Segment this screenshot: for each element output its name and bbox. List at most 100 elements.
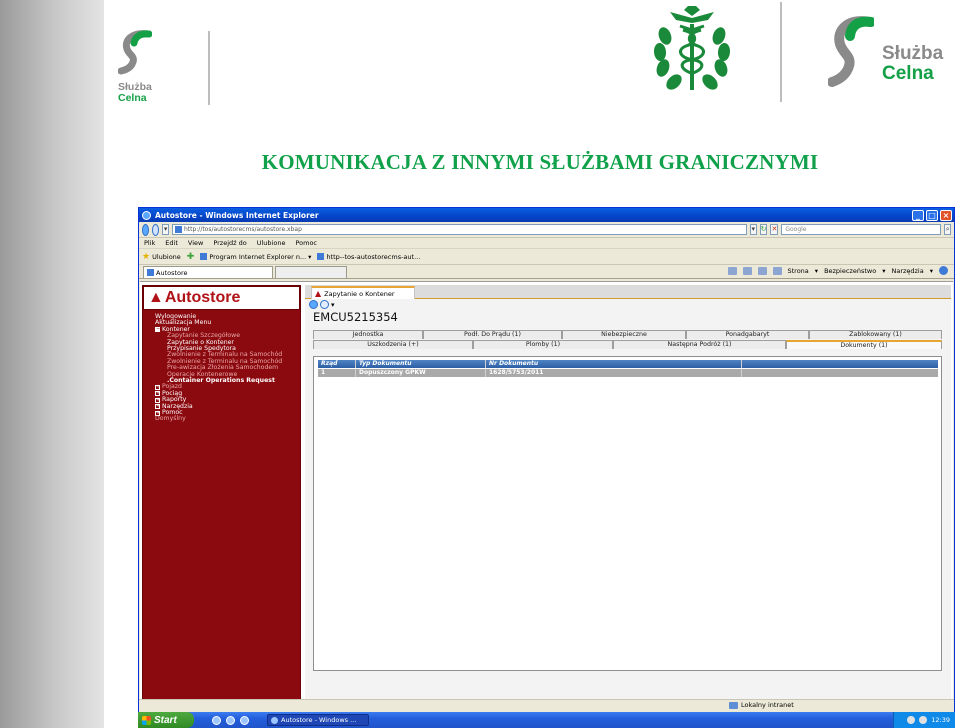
refresh-button[interactable]: ↻	[759, 224, 768, 235]
expand-icon[interactable]: +	[155, 397, 160, 403]
windows-flag-icon	[142, 715, 151, 725]
favorite-link-2-label: http--tos-autostorecms-aut...	[326, 252, 421, 261]
tab-zapytanie-o-kontener[interactable]: ▲ Zapytanie o Kontener	[311, 286, 415, 299]
forward-button[interactable]	[152, 223, 160, 236]
back-button[interactable]	[309, 300, 318, 309]
menu-tree-item[interactable]: Domyślny	[155, 416, 300, 422]
tab-nastepna-podroz[interactable]: Następna Podróż (1)	[613, 340, 786, 349]
left-logo-divider	[208, 31, 210, 105]
right-logo-divider	[780, 2, 782, 102]
taskbar-item-autostore[interactable]: Autostore - Windows ...	[267, 714, 369, 726]
search-input[interactable]: Google	[781, 224, 942, 235]
ie-status-bar: Lokalny intranet	[139, 699, 954, 710]
close-window-button[interactable]: ×	[940, 209, 952, 221]
tool-strona[interactable]: Strona	[788, 267, 809, 275]
menu-pomoc[interactable]: Pomoc	[295, 239, 317, 247]
container-query-panel: ▲ Zapytanie o Kontener ▾ EMCU5215354 Jed…	[305, 285, 951, 700]
tab-ponadgabaryt[interactable]: Ponadgabaryt	[686, 330, 809, 339]
column-header-nr[interactable]: Nr Dokumentu	[486, 360, 742, 368]
menu-ulubione[interactable]: Ulubione	[257, 239, 286, 247]
menu-plik[interactable]: Plik	[144, 239, 155, 247]
favorite-link-1-label: Program Internet Explorer n...	[209, 252, 307, 261]
mail-icon[interactable]	[757, 266, 767, 275]
column-header-rzad[interactable]: Rząd	[318, 360, 356, 368]
address-dropdown-button[interactable]: ▾	[749, 224, 757, 235]
slide-title: KOMUNIKACJA Z INNYMI SŁUŻBAMI GRANICZNYM…	[261, 150, 819, 174]
ie-window: Autostore - Windows Internet Explorer _ …	[138, 207, 955, 728]
expand-icon[interactable]: +	[155, 404, 160, 410]
menu-view[interactable]: View	[188, 239, 203, 247]
ie-tab-autostore[interactable]: Autostore	[143, 266, 273, 278]
start-label: Start	[154, 714, 177, 726]
expand-icon[interactable]: +	[155, 391, 160, 397]
favorites-button[interactable]: ★ Ulubione	[142, 252, 181, 262]
minimize-button[interactable]: _	[912, 209, 924, 221]
quicklaunch-ie-icon[interactable]	[212, 715, 221, 725]
panel-nav: ▾	[305, 299, 951, 310]
clock: 12:39	[931, 716, 950, 724]
tab-podl-do-pradu[interactable]: Podł. Do Prądu (1)	[423, 330, 562, 339]
start-button[interactable]: Start	[138, 712, 194, 728]
sc-logo-mark-icon	[117, 30, 153, 75]
tab-plomby[interactable]: Plomby (1)	[473, 340, 613, 349]
search-button[interactable]: ⌕	[944, 224, 951, 235]
chevron-down-icon: ▾	[882, 266, 886, 275]
sc-logo-mark-right-icon	[828, 16, 874, 87]
tool-narzedzia[interactable]: Narzędzia	[891, 267, 923, 275]
favorite-link-1[interactable]: Program Internet Explorer n... ▾	[200, 253, 311, 261]
taskbar-item-label: Autostore - Windows ...	[281, 716, 357, 724]
tool-bezpieczenstwo[interactable]: Bezpieczeństwo	[824, 267, 876, 275]
chevron-down-icon: ▾	[814, 266, 819, 275]
maximize-button[interactable]: □	[926, 209, 938, 221]
page-icon	[174, 226, 182, 233]
autostore-logo-text: Autostore	[164, 289, 241, 306]
print-icon[interactable]	[772, 266, 782, 275]
chevron-down-icon: ▾	[308, 252, 312, 261]
expand-icon[interactable]: +	[155, 384, 160, 390]
chevron-down-icon[interactable]: ▾	[331, 301, 335, 309]
back-button[interactable]	[142, 223, 150, 236]
ie-logo-icon	[271, 716, 278, 724]
menu-edit[interactable]: Edit	[165, 239, 178, 247]
menu-tree-item-label: .Container Operations Request	[167, 377, 275, 384]
chevron-down-icon: ▾	[929, 266, 933, 275]
tab-niebezpieczne[interactable]: Niebezpieczne	[562, 330, 686, 339]
tab-label: Zapytanie o Kontener	[324, 289, 395, 298]
column-header-typ[interactable]: Typ Dokumentu	[356, 360, 486, 368]
ie-address-bar: ▾ http://tos/autostorecms/autostore.xbap…	[139, 222, 954, 238]
right-brand-logo: Służba Celna	[828, 16, 943, 88]
address-input[interactable]: http://tos/autostorecms/autostore.xbap	[171, 224, 747, 235]
help-icon[interactable]	[939, 266, 948, 275]
forward-button[interactable]	[320, 300, 329, 309]
favorites-label: Ulubione	[152, 252, 181, 261]
quicklaunch-browser-icon[interactable]	[226, 715, 235, 725]
ie-window-title: Autostore - Windows Internet Explorer	[155, 210, 319, 220]
tab-dokumenty[interactable]: Dokumenty (1)	[786, 340, 942, 349]
menu-przejdz-do[interactable]: Przejdź do	[213, 239, 246, 247]
autostore-logo: ▲ Autostore	[143, 286, 300, 310]
nav-history-button[interactable]: ▾	[162, 224, 169, 235]
feeds-icon[interactable]	[742, 266, 752, 275]
autostore-menu-panel: ▲ Autostore Wylogowanie Aktualizacja Menu…	[142, 285, 301, 700]
collapse-icon[interactable]: −	[155, 327, 160, 333]
ie-new-tab[interactable]	[275, 266, 347, 278]
favorite-link-2[interactable]: http--tos-autostorecms-aut...	[317, 253, 420, 261]
cell-typ-dokumentu: Dopuszczony GPKW	[356, 369, 486, 377]
tray-icon[interactable]	[907, 716, 916, 724]
home-icon[interactable]	[727, 266, 737, 275]
address-text: http://tos/autostorecms/autostore.xbap	[183, 226, 302, 233]
quicklaunch-media-icon[interactable]	[240, 715, 249, 725]
page-icon	[147, 269, 154, 276]
tab-jednostka[interactable]: Jednostka	[313, 330, 423, 339]
tab-uszkodzenia[interactable]: Uszkodzenia (+)	[313, 340, 473, 349]
autostore-mark-icon: ▲	[315, 289, 322, 298]
document-tab-bar: ▲ Zapytanie o Kontener	[305, 285, 951, 299]
tab-zablokowany[interactable]: Zablokowany (1)	[809, 330, 942, 339]
table-row[interactable]: 1 Dopuszczony GPKW 1628/5753/2011	[318, 369, 938, 377]
ie-title-bar[interactable]: Autostore - Windows Internet Explorer _ …	[139, 208, 954, 222]
stop-button[interactable]: ✕	[770, 224, 779, 235]
add-favorite-icon[interactable]: ✚	[187, 252, 195, 262]
documents-panel: Rząd Typ Dokumentu Nr Dokumentu 1 Dopusz…	[313, 356, 942, 671]
cell-rzad: 1	[318, 369, 356, 377]
tray-icon[interactable]	[919, 716, 928, 724]
